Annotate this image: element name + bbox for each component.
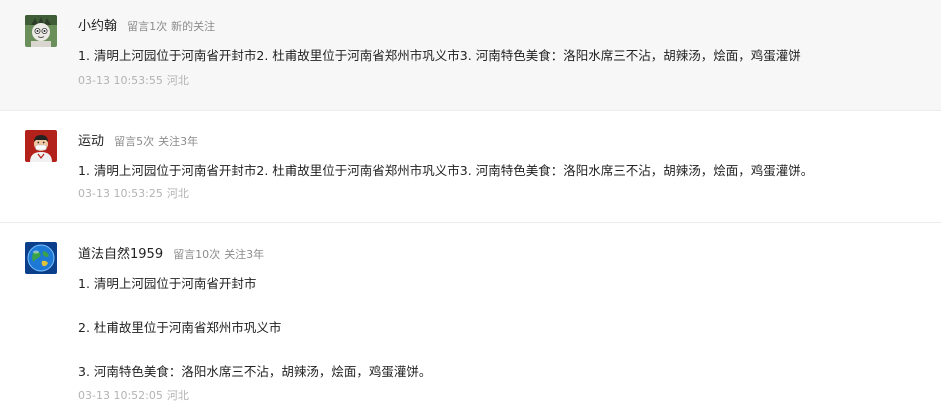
masked-person-icon <box>25 130 57 162</box>
timestamp: 03-13 10:53:55 <box>78 74 163 87</box>
location: 河北 <box>166 389 189 402</box>
follow-status: 关注3年 <box>224 248 265 261</box>
message-count: 留言10次 <box>173 248 221 261</box>
user-meta: 留言5次 关注3年 <box>114 135 198 148</box>
location: 河北 <box>166 187 189 200</box>
avatar[interactable] <box>25 15 57 47</box>
avatar[interactable] <box>25 130 57 162</box>
user-meta: 留言10次 关注3年 <box>173 248 264 261</box>
comment-paragraph: 2. 杜甫故里位于河南省郑州市巩义市 <box>78 320 282 335</box>
comment-header: 小约翰 留言1次 新的关注 <box>78 16 215 36</box>
comment-footer: 03-13 10:53:25 河北 <box>78 187 189 201</box>
location: 河北 <box>166 74 189 87</box>
comment-item: 道法自然1959 留言10次 关注3年 1. 清明上河园位于河南省开封市 2. 杜… <box>0 223 941 413</box>
comment-footer: 03-13 10:52:05 河北 <box>78 389 189 403</box>
comment-footer: 03-13 10:53:55 河北 <box>78 74 189 88</box>
comment-paragraph: 1. 清明上河园位于河南省开封市 <box>78 276 257 291</box>
comment-item: 小约翰 留言1次 新的关注 1. 清明上河园位于河南省开封市2. 杜甫故里位于河南… <box>0 0 941 111</box>
nickname[interactable]: 道法自然1959 <box>78 247 163 262</box>
follow-status: 关注3年 <box>158 135 199 148</box>
comment-paragraph: 3. 河南特色美食：洛阳水席三不沾，胡辣汤，烩面，鸡蛋灌饼。 <box>78 364 432 379</box>
globe-icon <box>25 242 57 274</box>
nickname[interactable]: 小约翰 <box>78 19 117 34</box>
comment-text: 1. 清明上河园位于河南省开封市2. 杜甫故里位于河南省郑州市巩义市3. 河南特… <box>78 48 801 63</box>
message-count: 留言1次 <box>127 20 168 33</box>
comment-item: 运动 留言5次 关注3年 1. 清明上河园位于河南省开封市2. 杜甫故里位于河南省… <box>0 111 941 223</box>
timestamp: 03-13 10:53:25 <box>78 187 163 200</box>
follow-status: 新的关注 <box>171 20 216 33</box>
user-meta: 留言1次 新的关注 <box>127 20 215 33</box>
comment-list: 小约翰 留言1次 新的关注 1. 清明上河园位于河南省开封市2. 杜甫故里位于河南… <box>0 0 941 413</box>
message-count: 留言5次 <box>114 135 155 148</box>
comment-header: 道法自然1959 留言10次 关注3年 <box>78 244 264 264</box>
cartoon-character-icon <box>25 15 57 47</box>
comment-text: 1. 清明上河园位于河南省开封市2. 杜甫故里位于河南省郑州市巩义市3. 河南特… <box>78 163 814 178</box>
avatar[interactable] <box>25 242 57 274</box>
timestamp: 03-13 10:52:05 <box>78 389 163 402</box>
comment-header: 运动 留言5次 关注3年 <box>78 131 198 151</box>
nickname[interactable]: 运动 <box>78 134 104 149</box>
